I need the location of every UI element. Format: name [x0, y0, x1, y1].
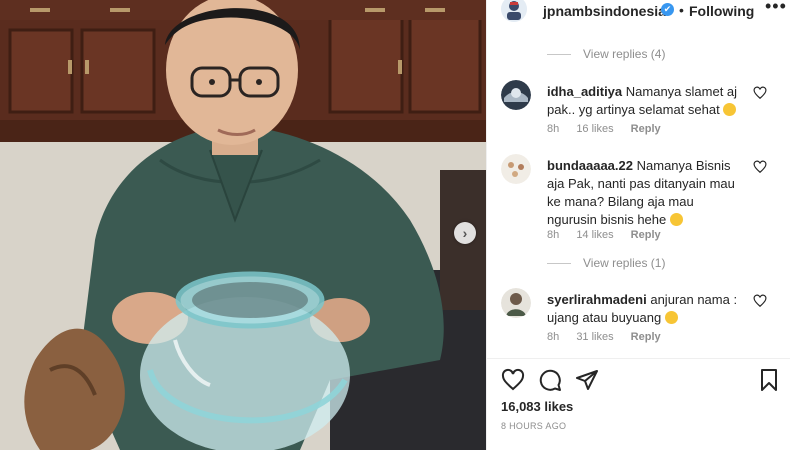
comment-age: 8h: [547, 331, 560, 343]
post-timestamp[interactable]: 8 HOURS AGO: [501, 421, 566, 431]
smile-emoji-icon: [669, 213, 683, 226]
reply-button[interactable]: Reply: [631, 331, 661, 343]
reply-button[interactable]: Reply: [631, 123, 661, 135]
post-sidebar: jpnambsindonesia ✔ • Following ••• View …: [486, 0, 790, 450]
like-heart-icon[interactable]: [753, 160, 767, 174]
chevron-right-icon: ›: [462, 225, 468, 241]
photo-illustration: [0, 0, 486, 450]
separator-dot: •: [679, 2, 684, 18]
section-divider: [487, 358, 790, 359]
like-heart-icon[interactable]: [501, 368, 525, 392]
laughing-emoji-icon: [723, 103, 737, 116]
like-heart-icon[interactable]: [753, 86, 767, 100]
comment-meta: 8h 31 likes Reply: [547, 331, 675, 343]
comment-likes[interactable]: 16 likes: [576, 123, 613, 135]
comment-likes[interactable]: 14 likes: [576, 229, 613, 241]
share-icon[interactable]: [575, 368, 599, 392]
like-heart-icon[interactable]: [753, 294, 767, 308]
comment-icon[interactable]: [538, 368, 562, 392]
view-replies-label: View replies (4): [583, 47, 666, 61]
view-replies-label: View replies (1): [583, 256, 666, 270]
post-header: jpnambsindonesia ✔ • Following •••: [487, 0, 790, 22]
commenter-avatar[interactable]: [501, 288, 531, 318]
post-username[interactable]: jpnambsindonesia: [543, 3, 666, 19]
verified-badge-icon: ✔: [661, 3, 674, 16]
comment-likes[interactable]: 31 likes: [576, 331, 613, 343]
commenter-avatar[interactable]: [501, 80, 531, 110]
comment-username[interactable]: bundaaaaa.22: [547, 158, 633, 173]
following-button[interactable]: Following: [689, 3, 754, 19]
reply-line: [547, 53, 571, 55]
comment-username[interactable]: syerlirahmadeni: [547, 292, 647, 307]
comment-age: 8h: [547, 229, 560, 241]
reply-button[interactable]: Reply: [631, 229, 661, 241]
carousel-next-button[interactable]: ›: [454, 222, 476, 244]
action-bar: [487, 368, 790, 394]
view-replies-button[interactable]: View replies (1): [547, 256, 665, 270]
avatar[interactable]: [501, 0, 527, 22]
laughing-emoji-icon: [664, 311, 678, 324]
reply-line: [547, 262, 571, 264]
more-options-icon[interactable]: •••: [765, 0, 787, 17]
comment-text-block: bundaaaaa.22 Namanya Bisnis aja Pak, nan…: [547, 157, 747, 229]
view-replies-button[interactable]: View replies (4): [547, 47, 665, 61]
comment-text-block: idha_aditiya Namanya slamet aj pak.. yg …: [547, 83, 747, 119]
comment-age: 8h: [547, 123, 560, 135]
commenter-avatar[interactable]: [501, 154, 531, 184]
comment-username[interactable]: idha_aditiya: [547, 84, 622, 99]
comment-text-block: syerlirahmadeni anjuran nama : ujang ata…: [547, 291, 747, 327]
likes-count[interactable]: 16,083 likes: [501, 399, 573, 414]
post-photo[interactable]: ›: [0, 0, 486, 450]
comment-meta: 8h 14 likes Reply: [547, 229, 675, 241]
comment-meta: 8h 16 likes Reply: [547, 123, 675, 135]
bookmark-icon[interactable]: [757, 368, 781, 392]
